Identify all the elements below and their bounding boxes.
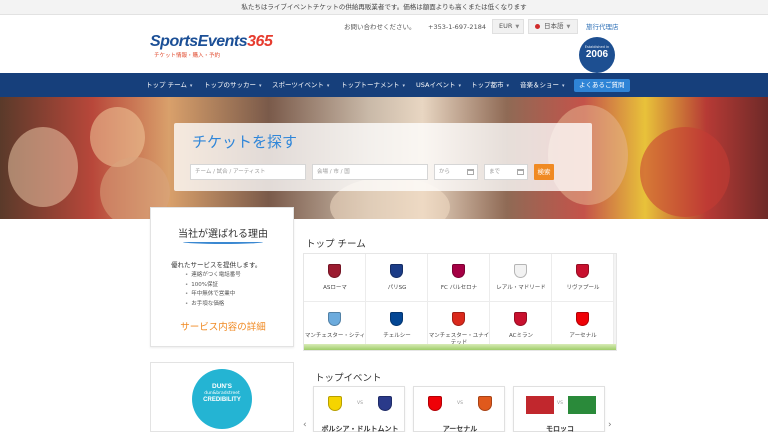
chevron-right-icon[interactable]: › <box>608 420 612 430</box>
team-crest-icon <box>390 312 403 326</box>
why-lead: 優れたサービスを提供します。 <box>171 261 262 269</box>
team-crest-icon <box>328 312 341 326</box>
team-card[interactable]: FC バルセロナ <box>428 254 490 302</box>
search-title: チケットを探す <box>192 133 298 151</box>
chevron-down-icon: ▾ <box>506 83 510 89</box>
main-nav: トップ チーム ▾ トップのサッカー ▾ スポーツイベント ▾ トップトーナメント ▾ … <box>0 73 768 97</box>
event-name: アーセナル <box>442 425 478 432</box>
event-card[interactable]: VS ボルシア・ドルトムント <box>313 386 405 432</box>
event-name: モロッコ <box>546 425 574 432</box>
logo-brand: SportsEvents <box>150 33 248 50</box>
opponent-flag-icon <box>568 396 596 414</box>
search-panel: チケットを探す チーム / 試合 / アーティスト 会場 / 市 / 国 から … <box>174 123 592 191</box>
team-crest-icon <box>452 312 465 326</box>
language-value: 日本語 <box>544 22 564 30</box>
team-card[interactable]: アーセナル <box>552 302 614 350</box>
team-crest-icon <box>390 264 403 278</box>
team-crest-icon <box>378 396 392 411</box>
phone-number-link[interactable]: +353-1-697-2184 <box>428 21 486 33</box>
team-card[interactable]: リヴァプール <box>552 254 614 302</box>
title-underline <box>183 240 263 244</box>
event-card[interactable]: VS アーセナル <box>413 386 505 432</box>
grass-strip <box>304 344 616 350</box>
nav-top-teams[interactable]: トップ チーム ▾ <box>146 73 192 97</box>
dun-bradstreet-card: DUN'S dun&bradstreet CREDIBILITY <box>150 362 294 432</box>
team-crest-icon <box>514 312 527 326</box>
logo-tagline: チケット情報・購入・予約 <box>154 53 221 59</box>
list-item: 連絡がつく電話番号 <box>185 271 241 281</box>
team-crest-icon <box>452 264 465 278</box>
fan-face-image <box>640 127 730 217</box>
faq-button[interactable]: よくあるご質問 <box>574 79 630 92</box>
service-details-link[interactable]: サービス内容の詳細 <box>151 319 295 333</box>
nav-top-soccer[interactable]: トップのサッカー ▾ <box>204 73 262 97</box>
team-crest-icon <box>576 264 589 278</box>
event-card[interactable]: VS モロッコ <box>513 386 605 432</box>
event-name: ボルシア・ドルトムント <box>321 425 399 432</box>
team-card[interactable]: レアル・マドリード <box>490 254 552 302</box>
list-item: お手頃な価格 <box>185 300 241 310</box>
chevron-down-icon: ▾ <box>326 83 330 89</box>
chevron-down-icon: ▾ <box>259 83 262 89</box>
nav-music-shows[interactable]: 音楽＆ショー ▾ <box>520 73 565 97</box>
date-from-input[interactable]: から <box>434 164 478 180</box>
team-search-input[interactable]: チーム / 試合 / アーティスト <box>190 164 306 180</box>
established-label: Established in <box>584 45 610 49</box>
chevron-left-icon[interactable]: ‹ <box>303 420 307 430</box>
nav-top-tournaments[interactable]: トップトーナメント ▾ <box>341 73 405 97</box>
reseller-notice: 私たちはライブイベントチケットの供給再販業者です。価格は額面よりも高くまたは低く… <box>0 0 768 15</box>
calendar-icon <box>517 169 524 175</box>
team-card[interactable]: ACミラン <box>490 302 552 350</box>
nav-top-cities[interactable]: トップ都市 ▾ <box>471 73 509 97</box>
chevron-down-icon: ▾ <box>189 83 193 89</box>
team-crest-icon <box>328 264 341 278</box>
team-crest-icon <box>576 312 589 326</box>
team-card[interactable]: マンチェスター・シティ <box>304 302 366 350</box>
chevron-down-icon: ▾ <box>458 83 461 89</box>
why-title: 当社が選ばれる理由 <box>178 229 268 240</box>
language-select[interactable]: 日本語 ▼ <box>528 19 578 34</box>
chevron-down-icon: ▾ <box>402 83 406 89</box>
list-item: 100%保証 <box>185 281 241 291</box>
team-card[interactable]: マンチェスター・ユナイテッド <box>428 302 490 350</box>
calendar-icon <box>467 169 474 175</box>
header: SportsEvents365 チケット情報・購入・予約 お問い合わせください。… <box>0 15 768 73</box>
list-item: 年中無休で営業中 <box>185 290 241 300</box>
chevron-down-icon: ▼ <box>566 24 571 30</box>
japan-flag-icon <box>535 23 540 29</box>
venue-search-input[interactable]: 会場 / 市 / 国 <box>312 164 428 180</box>
team-card[interactable]: ASローマ <box>304 254 366 302</box>
hero-banner: チケットを探す チーム / 試合 / アーティスト 会場 / 市 / 国 から … <box>0 97 768 219</box>
dun-credibility-seal[interactable]: DUN'S dun&bradstreet CREDIBILITY <box>192 369 252 429</box>
top-teams-grid: ASローマ パリSG FC バルセロナ レアル・マドリード リヴァプール マンチ… <box>303 253 617 351</box>
contact-us-label: お問い合わせください。 <box>344 23 416 31</box>
chevron-down-icon: ▼ <box>515 24 520 30</box>
why-choose-us-card: 当社が選ばれる理由 優れたサービスを提供します。 連絡がつく電話番号 100%保… <box>150 207 294 347</box>
team-crest-icon <box>478 396 492 411</box>
site-logo[interactable]: SportsEvents365 チケット情報・購入・予約 <box>150 33 273 59</box>
top-teams-heading: トップ チーム <box>306 239 366 250</box>
team-crest-icon <box>514 264 527 278</box>
nav-sports-events[interactable]: スポーツイベント ▾ <box>272 73 329 97</box>
team-card[interactable]: パリSG <box>366 254 428 302</box>
top-events-heading: トップイベント <box>315 373 382 384</box>
established-badge: Established in 2006 <box>579 37 615 73</box>
currency-value: EUR <box>499 22 513 30</box>
travel-agent-link[interactable]: 旅行代理店 <box>586 21 619 33</box>
why-points: 連絡がつく電話番号 100%保証 年中無休で営業中 お手頃な価格 <box>185 271 241 309</box>
currency-select[interactable]: EUR ▼ <box>492 19 524 34</box>
established-year: 2006 <box>585 49 609 60</box>
date-to-input[interactable]: まで <box>484 164 528 180</box>
team-card[interactable]: チェルシー <box>366 302 428 350</box>
fan-face-image <box>8 127 78 207</box>
chevron-down-icon: ▾ <box>562 83 565 89</box>
search-button[interactable]: 検索 <box>534 164 554 180</box>
logo-number: 365 <box>247 33 273 50</box>
nav-usa-events[interactable]: USAイベント ▾ <box>416 73 461 97</box>
